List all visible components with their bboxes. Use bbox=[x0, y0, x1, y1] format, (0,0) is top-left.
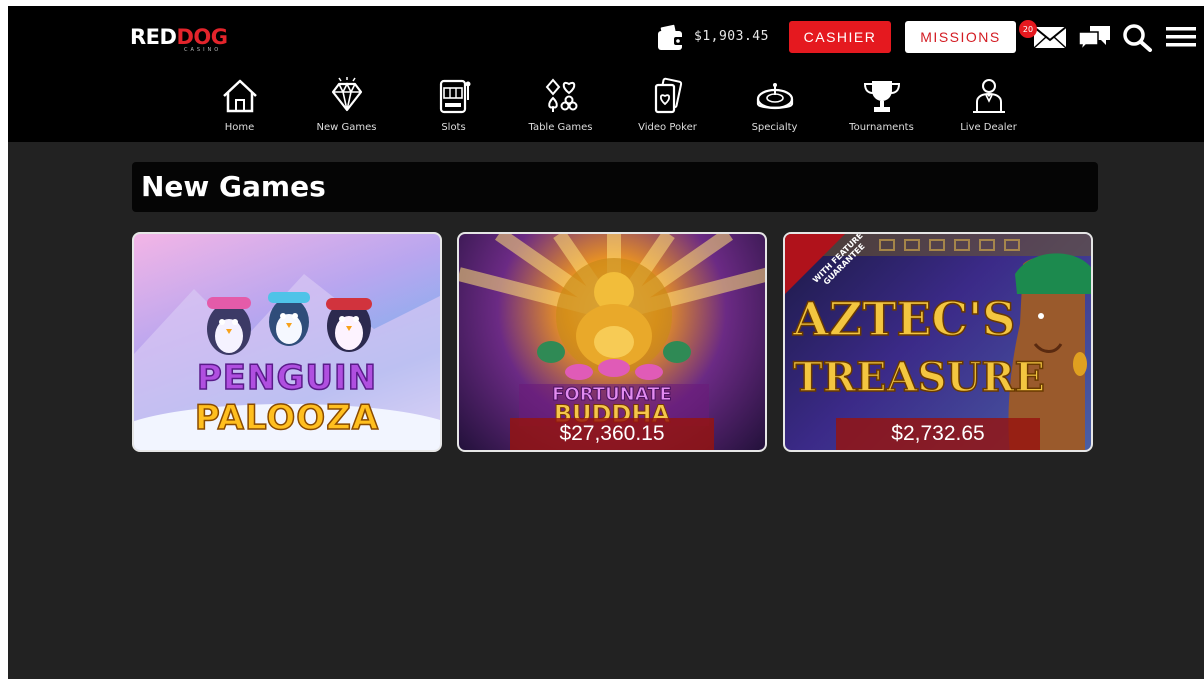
game-title-line1: AZTEC'S bbox=[792, 291, 1016, 347]
chat-icon[interactable] bbox=[1076, 22, 1114, 52]
nav-label: Slots bbox=[441, 122, 466, 133]
top-header: REDDOG CASINO $1,903.45 CASHIER MISSIONS… bbox=[8, 6, 1204, 142]
nav-label: Tournaments bbox=[849, 122, 914, 133]
nav-item-specialty[interactable]: Specialty bbox=[721, 76, 828, 136]
account-balance: $1,903.45 bbox=[694, 29, 769, 44]
playing-card-icon bbox=[654, 77, 682, 114]
progressive-jackpot: $2,732.65 bbox=[836, 418, 1040, 450]
dealer-icon bbox=[972, 79, 1005, 113]
game-tile-fortunate-buddha[interactable]: FORTUNATE BUDDHA $27,360.15 bbox=[457, 232, 767, 452]
nav-label: Video Poker bbox=[638, 122, 697, 133]
nav-label: Live Dealer bbox=[960, 122, 1017, 133]
search-icon[interactable] bbox=[1120, 22, 1154, 52]
card-suits-icon bbox=[545, 78, 577, 112]
game-tile-aztecs-treasure[interactable]: WITH FEATURE GUARANTEE AZTEC'S TREASURE … bbox=[783, 232, 1093, 452]
casino-app: REDDOG CASINO $1,903.45 CASHIER MISSIONS… bbox=[8, 6, 1204, 679]
game-title-line1: PENGUIN bbox=[196, 357, 378, 399]
wallet-icon[interactable] bbox=[656, 24, 688, 52]
diamond-icon bbox=[331, 77, 362, 112]
game-title-line2: TREASURE bbox=[792, 353, 1046, 402]
game-tile-penguin-palooza[interactable]: PENGUIN PALOOZA bbox=[132, 232, 442, 452]
mail-icon[interactable] bbox=[1032, 22, 1068, 52]
mail-badge: 20 bbox=[1019, 20, 1037, 38]
hamburger-menu-icon[interactable] bbox=[1164, 22, 1198, 52]
nav-item-slots[interactable]: Slots bbox=[400, 76, 507, 136]
cashier-button[interactable]: CASHIER bbox=[789, 21, 891, 53]
nav-label: Table Games bbox=[528, 122, 593, 133]
nav-item-video-poker[interactable]: Video Poker bbox=[614, 76, 721, 136]
roulette-icon bbox=[756, 83, 793, 110]
missions-button[interactable]: MISSIONS bbox=[905, 21, 1016, 53]
red-dog-logo[interactable]: REDDOG CASINO bbox=[130, 26, 228, 56]
home-icon bbox=[222, 79, 257, 113]
nav-item-new-games[interactable]: New Games bbox=[293, 76, 400, 136]
nav-label: Home bbox=[224, 122, 255, 133]
section-header: New Games bbox=[132, 162, 1098, 212]
nav-label: New Games bbox=[316, 122, 377, 133]
nav-item-home[interactable]: Home bbox=[186, 76, 293, 136]
category-nav: Home New Games Slots Table Games Video P… bbox=[186, 76, 1042, 136]
progressive-jackpot: $27,360.15 bbox=[510, 418, 714, 450]
section-title: New Games bbox=[141, 170, 326, 203]
nav-label: Specialty bbox=[751, 122, 798, 133]
nav-item-table-games[interactable]: Table Games bbox=[507, 76, 614, 136]
game-title-line2: PALOOZA bbox=[194, 397, 380, 439]
nav-item-tournaments[interactable]: Tournaments bbox=[828, 76, 935, 136]
trophy-icon bbox=[863, 81, 900, 112]
nav-item-live-dealer[interactable]: Live Dealer bbox=[935, 76, 1042, 136]
slot-machine-icon bbox=[439, 79, 470, 114]
